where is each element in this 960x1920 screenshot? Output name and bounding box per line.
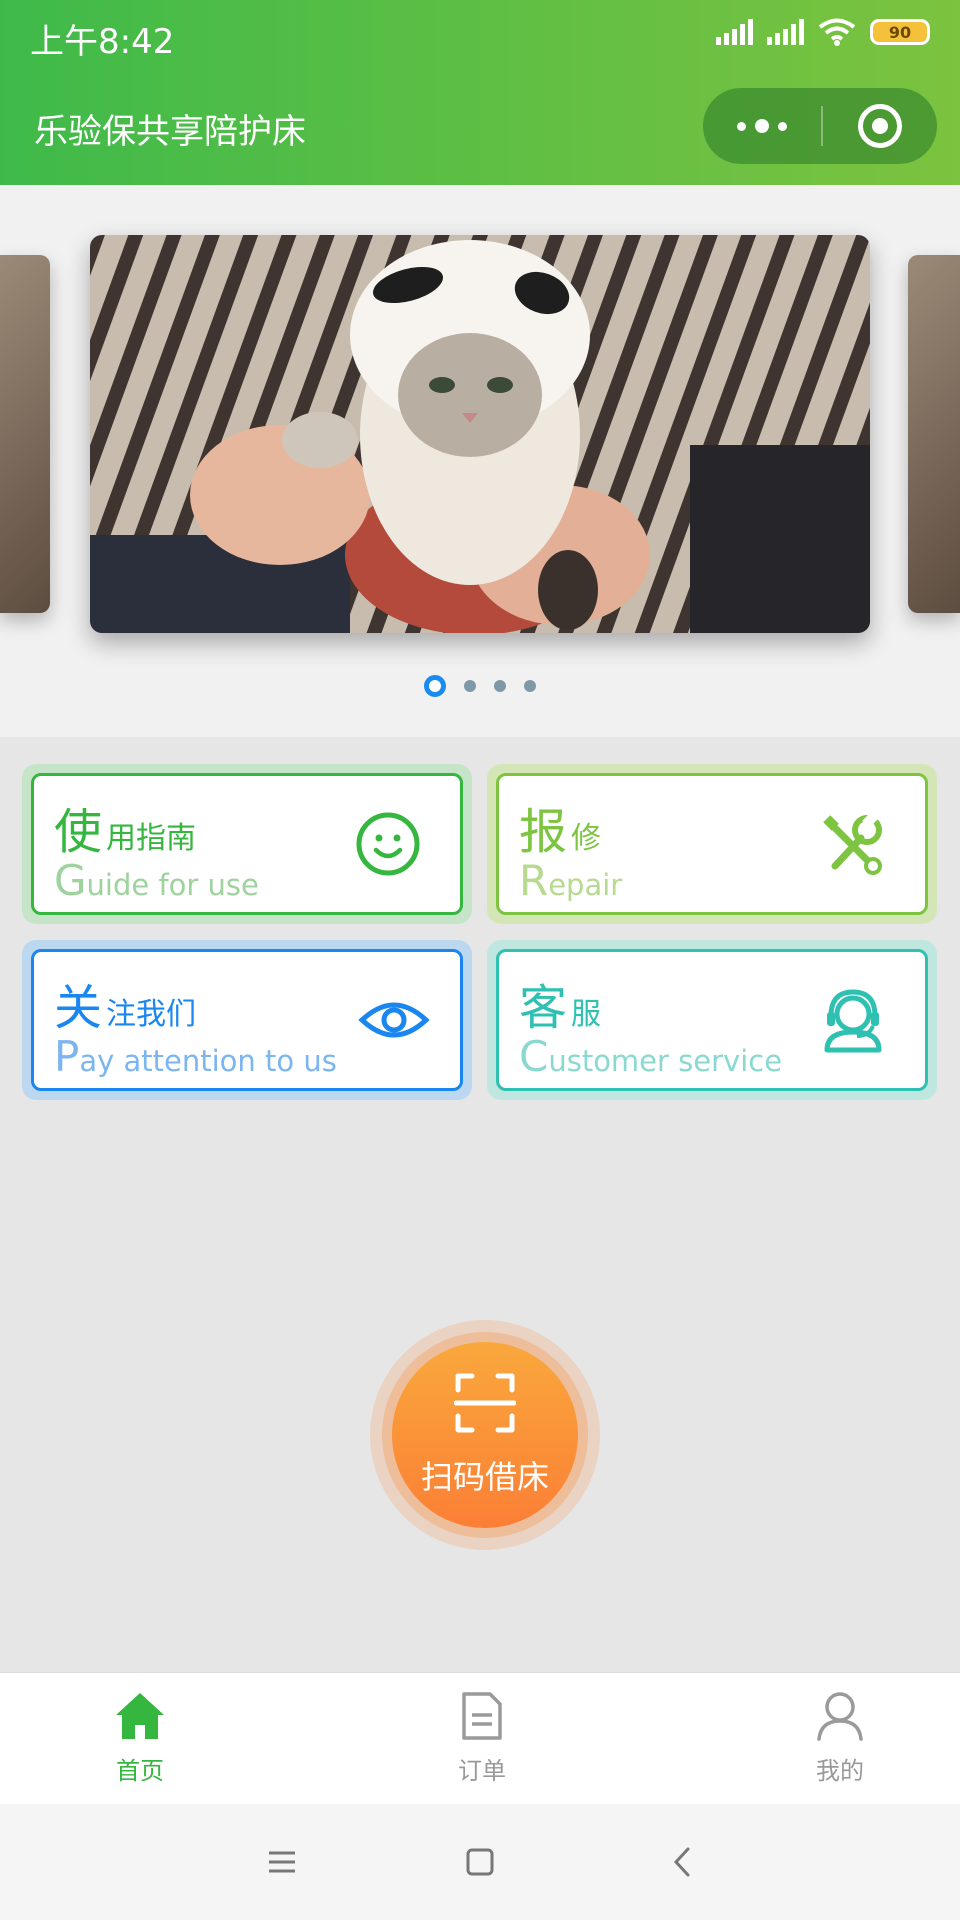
back-nav-button[interactable]: [660, 1840, 704, 1884]
miniprogram-capsule: [703, 88, 937, 164]
eye-icon: [358, 1002, 430, 1038]
repair-card[interactable]: 报 修 R epair: [487, 764, 937, 924]
home-icon: [116, 1693, 164, 1739]
tab-mine[interactable]: 我的: [780, 1691, 900, 1786]
user-icon: [817, 1692, 863, 1741]
more-button[interactable]: [703, 88, 821, 164]
battery-icon: 90: [870, 19, 930, 45]
service-title-rest: 服: [571, 997, 602, 1032]
status-time: 上午8:42: [30, 22, 175, 62]
guide-title-rest: 用指南: [106, 821, 197, 856]
headset-icon: [824, 989, 882, 1053]
repair-title-first: 报: [519, 804, 568, 860]
app-header: 上午8:42 90 乐验保共享陪护床: [0, 0, 960, 185]
chevron-left-icon: [673, 1847, 690, 1877]
customer-service-card[interactable]: 客 服 C ustomer service: [487, 940, 937, 1100]
service-subtitle: C ustomer service: [519, 1032, 782, 1081]
carousel-dot-3[interactable]: [494, 680, 506, 692]
scan-to-borrow-button[interactable]: 扫码借床: [392, 1342, 578, 1528]
guide-title-first: 使: [54, 804, 103, 860]
follow-subtitle-first: P: [54, 1032, 80, 1081]
carousel-dot-4[interactable]: [524, 680, 536, 692]
service-subtitle-first: C: [519, 1032, 549, 1081]
follow-title-first: 关: [54, 980, 103, 1036]
repair-subtitle-first: R: [519, 856, 549, 905]
guide-card[interactable]: 使 用指南 G uide for use: [22, 764, 472, 924]
cat-photo: [90, 235, 870, 633]
banner-slide-cat-photo[interactable]: [90, 235, 870, 633]
repair-subtitle: R epair: [519, 856, 622, 905]
signal-icon: [716, 19, 753, 45]
menu-icon: [269, 1851, 295, 1873]
guide-subtitle-rest: uide for use: [86, 868, 259, 902]
tab-home-label: 首页: [116, 1757, 164, 1785]
scan-button-ring: 扫码借床: [382, 1332, 588, 1538]
carousel-dot-1[interactable]: [424, 675, 446, 697]
service-subtitle-rest: ustomer service: [548, 1044, 783, 1078]
service-title-first: 客: [519, 980, 568, 1036]
bottom-tab-bar: 首页 订单 我的: [0, 1672, 960, 1804]
guide-subtitle: G uide for use: [54, 856, 259, 905]
follow-card[interactable]: 关 注我们 P ay attention to us: [22, 940, 472, 1100]
follow-subtitle-rest: ay attention to us: [79, 1044, 337, 1078]
signal-icon: [767, 19, 804, 45]
tab-mine-label: 我的: [816, 1757, 864, 1785]
guide-title: 使 用指南: [54, 792, 196, 862]
follow-subtitle: P ay attention to us: [54, 1032, 337, 1081]
scan-icon: [454, 1373, 516, 1433]
repair-title-rest: 修: [571, 821, 602, 856]
repair-title: 报 修: [519, 792, 601, 862]
scan-button-halo: 扫码借床: [370, 1320, 600, 1550]
banner-slide-next[interactable]: [908, 255, 960, 613]
smile-icon: [356, 812, 420, 876]
tab-orders-label: 订单: [458, 1757, 506, 1785]
page-title: 乐验保共享陪护床: [34, 112, 306, 152]
target-icon: [858, 104, 902, 148]
follow-title-rest: 注我们: [106, 997, 197, 1032]
follow-title: 关 注我们: [54, 968, 196, 1038]
status-icons: 90: [716, 18, 930, 46]
carousel-indicator: [0, 675, 960, 697]
wifi-icon: [818, 18, 856, 46]
repair-subtitle-rest: epair: [548, 868, 623, 902]
tab-orders[interactable]: 订单: [422, 1691, 542, 1786]
scan-label: 扫码借床: [420, 1458, 549, 1496]
square-icon: [466, 1848, 494, 1876]
carousel-dot-2[interactable]: [464, 680, 476, 692]
close-miniprogram-button[interactable]: [823, 88, 937, 164]
tools-icon: [823, 812, 882, 875]
tab-home[interactable]: 首页: [80, 1691, 200, 1786]
home-nav-button[interactable]: [458, 1840, 502, 1884]
banner-carousel[interactable]: [0, 185, 960, 737]
guide-subtitle-first: G: [54, 856, 87, 905]
service-title: 客 服: [519, 968, 601, 1038]
menu-nav-button[interactable]: [260, 1840, 304, 1884]
document-icon: [462, 1692, 502, 1740]
system-nav-bar: [0, 1804, 960, 1920]
banner-slide-prev[interactable]: [0, 255, 50, 613]
